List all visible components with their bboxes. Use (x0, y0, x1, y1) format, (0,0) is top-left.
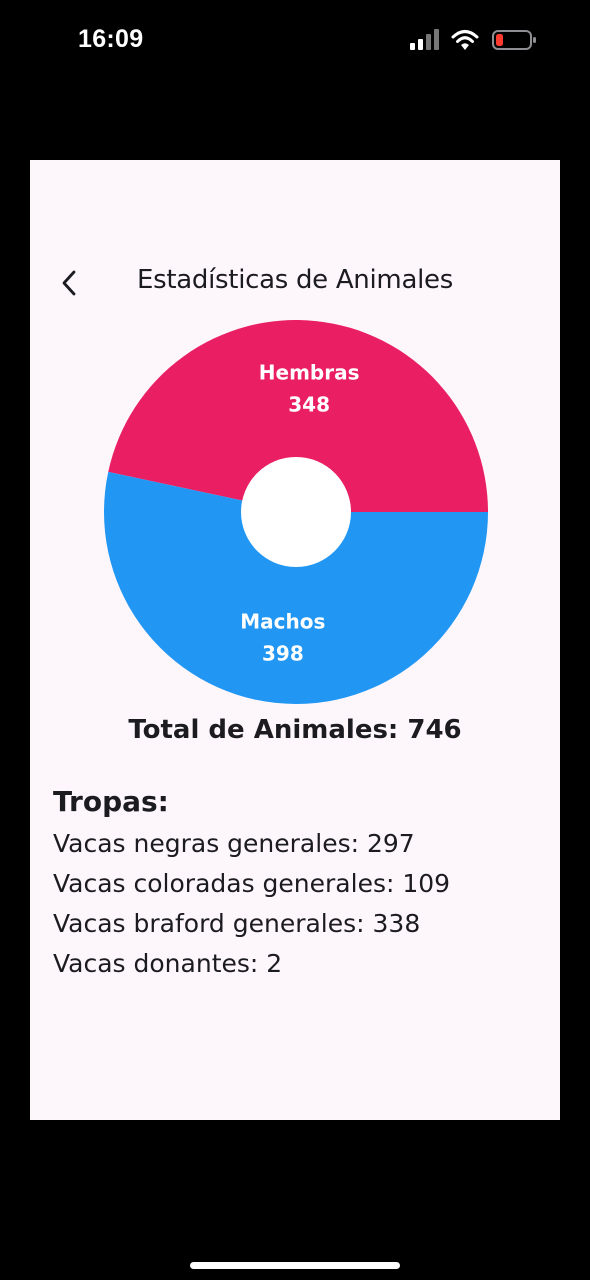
home-indicator[interactable] (190, 1262, 400, 1269)
tropa-item: Vacas donantes: 2 (53, 949, 283, 978)
tropas-title: Tropas: (53, 785, 169, 818)
slice-label: Machos (240, 609, 325, 633)
donut-hole (241, 457, 351, 567)
cellular-signal-icon (410, 29, 439, 50)
app-screen: Estadísticas de Animales Hembras 348 Macho… (30, 160, 560, 1120)
donut-chart: Hembras 348 Machos 398 (104, 319, 489, 704)
slice-label: Hembras (259, 361, 360, 385)
tropa-item: Vacas braford generales: 338 (53, 909, 421, 938)
slice-value: 398 (262, 641, 304, 665)
battery-icon (492, 30, 536, 50)
tropas-section: Tropas: Vacas negras generales: 297 Vaca… (53, 785, 450, 984)
status-icons (410, 29, 536, 50)
total-animals: Total de Animales: 746 (128, 715, 462, 745)
app-bar: Estadísticas de Animales (30, 255, 560, 315)
wifi-icon (451, 30, 479, 50)
status-bar: 16:09 (0, 0, 590, 80)
tropa-item: Vacas negras generales: 297 (53, 829, 415, 858)
page-title: Estadísticas de Animales (137, 265, 453, 295)
tropa-item: Vacas coloradas generales: 109 (53, 869, 451, 898)
slice-value: 348 (288, 393, 330, 417)
status-time: 16:09 (78, 25, 144, 53)
